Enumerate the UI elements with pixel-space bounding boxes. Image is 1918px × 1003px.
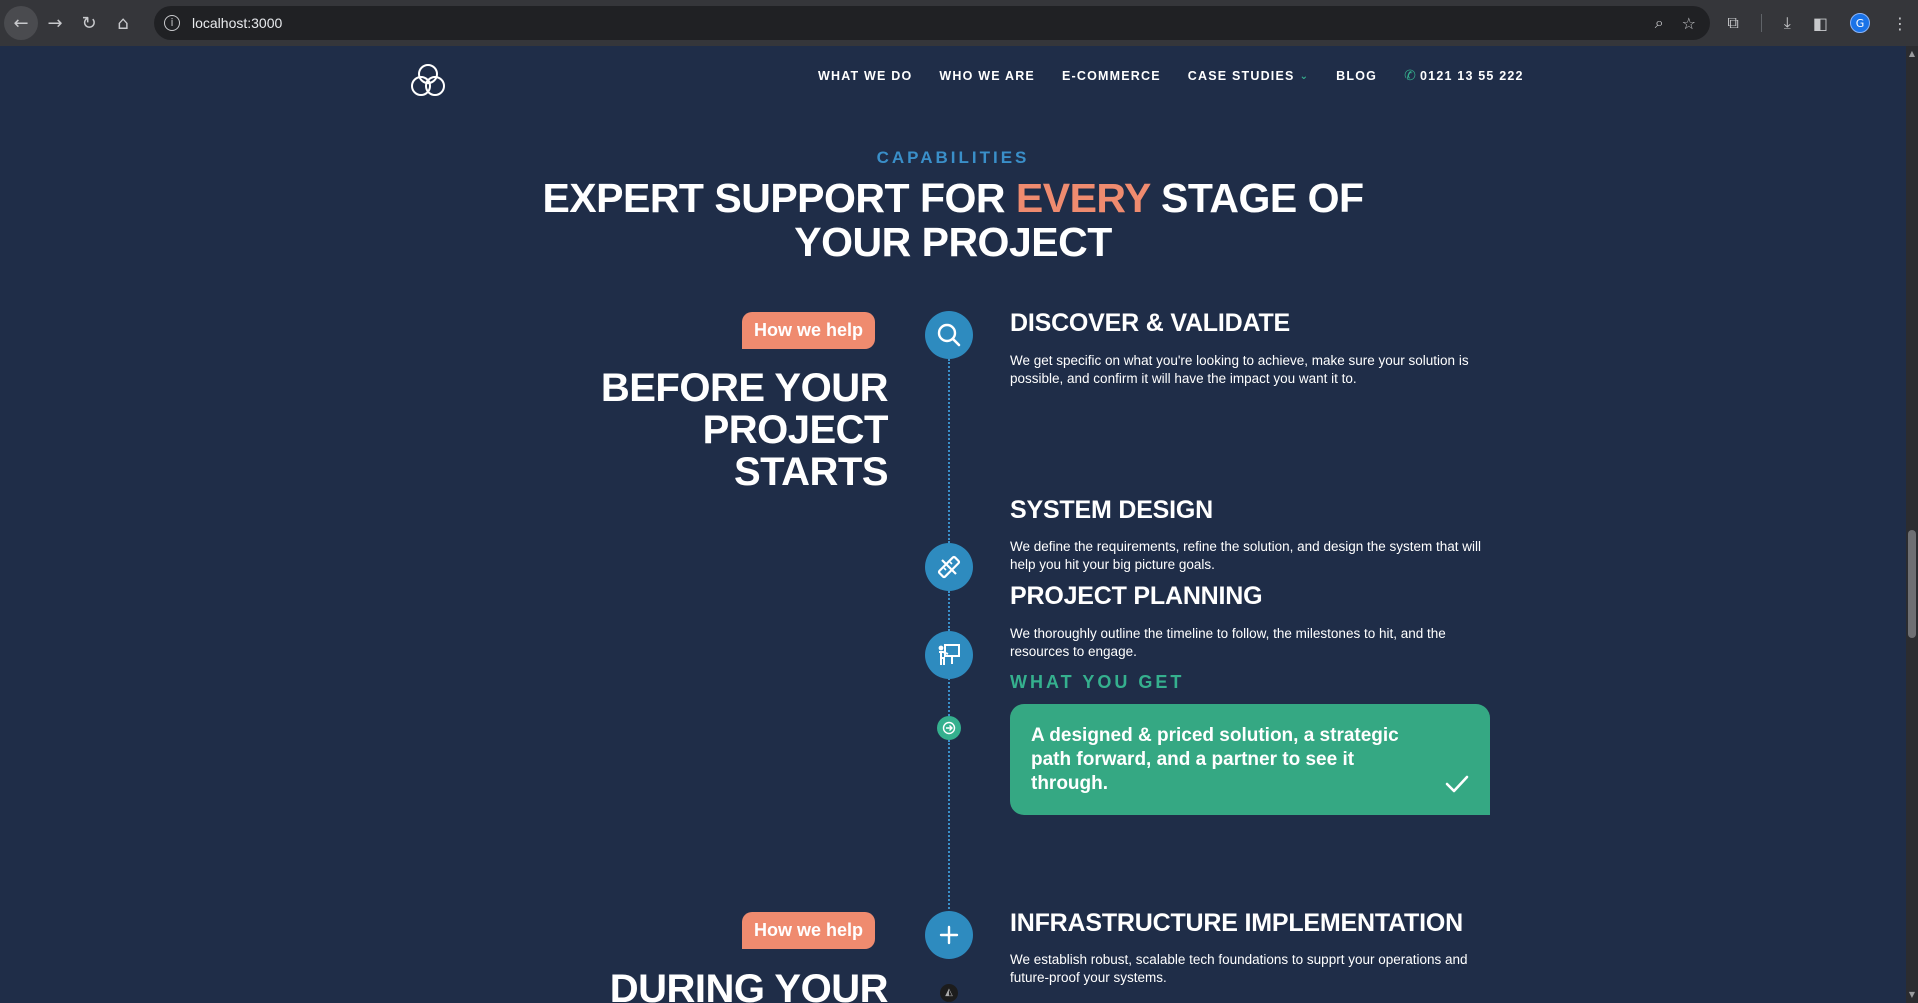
step-description: We establish robust, scalable tech found… bbox=[1010, 952, 1468, 985]
menu-icon[interactable]: ⋮ bbox=[1892, 14, 1908, 33]
step-title: DISCOVER & VALIDATE bbox=[1010, 309, 1291, 337]
nav-who-we-are[interactable]: WHO WE ARE bbox=[939, 69, 1035, 83]
page-scrollbar[interactable]: ▲ ▼ bbox=[1906, 46, 1918, 1003]
nav-case-studies-label: CASE STUDIES bbox=[1187, 69, 1295, 83]
toolbar-divider bbox=[1760, 14, 1762, 32]
timeline-line bbox=[948, 591, 950, 631]
step-title: PROJECT PLANNING bbox=[1010, 582, 1263, 610]
timeline-line bbox=[948, 678, 950, 716]
side-panel-icon[interactable]: ◧ bbox=[1813, 14, 1828, 33]
search-icon bbox=[937, 323, 961, 347]
check-icon bbox=[1445, 775, 1469, 793]
during-title: DURING YOUR bbox=[609, 967, 889, 1003]
step-icon-circle bbox=[925, 311, 973, 359]
step-icon-circle bbox=[925, 631, 973, 679]
forward-icon[interactable]: → bbox=[38, 6, 72, 40]
what-you-get-card: A designed & priced solution, a strategi… bbox=[1010, 704, 1490, 815]
what-you-get-label: WHAT YOU GET bbox=[1010, 672, 1185, 692]
scrollbar-thumb[interactable] bbox=[1908, 530, 1916, 638]
scroll-up-icon[interactable]: ▲ bbox=[1906, 48, 1918, 60]
company-logo-icon[interactable] bbox=[408, 61, 448, 101]
home-icon[interactable]: ⌂ bbox=[106, 6, 140, 40]
nav-phone-link[interactable]: ✆ 0121 13 55 222 bbox=[1404, 68, 1524, 84]
step-icon-circle bbox=[925, 911, 973, 959]
ruler-pencil-icon bbox=[937, 555, 961, 579]
before-title-line1: BEFORE YOUR bbox=[600, 366, 889, 410]
plus-icon bbox=[939, 925, 959, 945]
arrow-right-icon bbox=[937, 716, 961, 740]
headline-line2: YOUR PROJECT bbox=[794, 219, 1112, 265]
what-you-get-text: A designed & priced solution, a strategi… bbox=[1031, 725, 1399, 794]
step-description: We get specific on what you're looking t… bbox=[1010, 353, 1469, 386]
zoom-icon[interactable]: ⌕ bbox=[1655, 13, 1664, 33]
bookmark-star-icon[interactable]: ☆ bbox=[1682, 14, 1696, 33]
step-description: We define the requirements, refine the s… bbox=[1010, 539, 1482, 572]
extensions-icon[interactable]: ⧉ bbox=[1727, 13, 1738, 33]
nav-blog[interactable]: BLOG bbox=[1336, 69, 1377, 83]
dev-overlay-icon[interactable]: ◭ bbox=[940, 984, 958, 1002]
phone-number: 0121 13 55 222 bbox=[1420, 69, 1524, 83]
nav-e-commerce[interactable]: E-COMMERCE bbox=[1062, 69, 1161, 83]
step-icon-circle bbox=[925, 543, 973, 591]
before-title: BEFORE YOUR PROJECT STARTS bbox=[600, 366, 889, 494]
phone-icon: ✆ bbox=[1404, 68, 1418, 84]
before-title-line3: STARTS bbox=[733, 450, 889, 494]
reload-icon[interactable]: ↻ bbox=[72, 6, 106, 40]
profile-avatar[interactable]: G bbox=[1850, 13, 1870, 33]
how-we-help-badge: How we help bbox=[742, 912, 876, 949]
presentation-icon bbox=[938, 644, 960, 665]
url-text[interactable]: localhost:3000 bbox=[192, 15, 282, 31]
arrow-right-glyph bbox=[942, 721, 956, 735]
nav-case-studies[interactable]: CASE STUDIES ⌄ bbox=[1188, 69, 1309, 83]
scroll-down-icon[interactable]: ▼ bbox=[1906, 989, 1918, 1001]
nav-what-we-do[interactable]: WHAT WE DO bbox=[818, 69, 912, 83]
site-info-icon[interactable]: i bbox=[164, 15, 180, 31]
headline-accent: EVERY bbox=[1015, 175, 1151, 221]
page-viewport: WHAT WE DO WHO WE ARE E-COMMERCE CASE ST… bbox=[0, 46, 1906, 1003]
address-bar[interactable]: i localhost:3000 ⌕ ☆ bbox=[154, 6, 1710, 40]
downloads-icon[interactable]: ⤓ bbox=[1784, 13, 1791, 33]
timeline-line bbox=[948, 359, 950, 543]
chevron-down-icon: ⌄ bbox=[1299, 70, 1310, 82]
back-icon[interactable]: ← bbox=[4, 6, 38, 40]
step-title: SYSTEM DESIGN bbox=[1010, 496, 1213, 524]
headline-part2: STAGE OF bbox=[1150, 175, 1364, 221]
before-title-line2: PROJECT bbox=[702, 408, 889, 452]
step-title: INFRASTRUCTURE IMPLEMENTATION bbox=[1010, 909, 1463, 937]
main-nav: WHAT WE DO WHO WE ARE E-COMMERCE CASE ST… bbox=[818, 68, 1524, 84]
headline-part1: EXPERT SUPPORT FOR bbox=[542, 175, 1016, 221]
browser-toolbar: ← → ↻ ⌂ i localhost:3000 ⌕ ☆ ⧉ ⤓ ◧ G ⋮ bbox=[0, 0, 1918, 46]
how-we-help-badge: How we help bbox=[742, 312, 876, 349]
step-description: We thoroughly outline the timeline to fo… bbox=[1010, 626, 1446, 659]
section-eyebrow: CAPABILITIES bbox=[876, 148, 1030, 167]
section-headline: EXPERT SUPPORT FOR EVERY STAGE OF YOUR P… bbox=[453, 176, 1453, 264]
